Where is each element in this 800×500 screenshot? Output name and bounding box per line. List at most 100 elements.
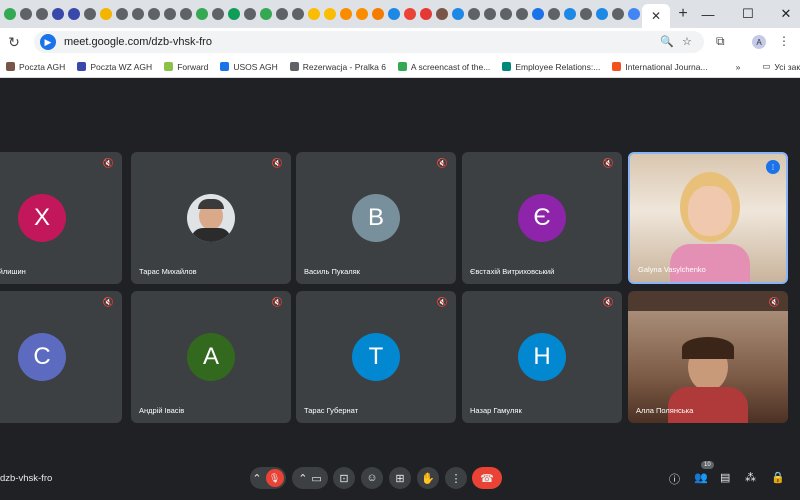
tab-favicon[interactable]: [180, 8, 192, 20]
bookmark-item[interactable]: USOS AGH: [220, 61, 278, 72]
tab-favicon[interactable]: [308, 8, 320, 20]
tab-favicon[interactable]: [4, 8, 16, 20]
participant-name: Алла Полянська: [636, 406, 694, 415]
mic-muted-icon: 🔇: [102, 297, 114, 307]
participant-tile[interactable]: 🔇 Є Євстахій Витриховський: [462, 152, 622, 284]
tab-favicon[interactable]: [516, 8, 528, 20]
tab-favicon[interactable]: [292, 8, 304, 20]
close-icon[interactable]: ✕: [651, 9, 661, 23]
captions-icon: ⊡: [339, 472, 349, 485]
tab-favicon[interactable]: [388, 8, 400, 20]
mic-muted-icon: 🔇: [602, 158, 614, 168]
zoom-icon[interactable]: 🔍: [660, 35, 674, 48]
host-controls-icon[interactable]: 🔒: [771, 471, 785, 484]
tab-favicon[interactable]: [324, 8, 336, 20]
mic-options-button[interactable]: ⌃ 🎙: [250, 467, 286, 489]
tab-favicon[interactable]: [628, 8, 640, 20]
participant-tile[interactable]: 🔇 Н Назар Гамуляк: [462, 291, 622, 423]
reactions-button[interactable]: ☺: [361, 467, 383, 489]
bookmark-star-icon[interactable]: ☆: [682, 35, 692, 48]
tab-favicon[interactable]: [612, 8, 624, 20]
participant-tile[interactable]: 🔇 Т Тарас Губернат: [296, 291, 456, 423]
participant-tile[interactable]: 🔇СЧабан: [0, 291, 122, 423]
all-bookmarks-folder[interactable]: ▭Усі закладки: [762, 61, 800, 72]
tab-favicon[interactable]: [340, 8, 352, 20]
participant-tile[interactable]: 🔇 Хна Михайлишин: [0, 152, 122, 284]
tab-favicon[interactable]: [148, 8, 160, 20]
avatar: А: [187, 333, 235, 381]
bookmarks-bar: Poczta AGH Poczta WZ AGH Forward USOS AGH Re…: [0, 56, 800, 78]
tab-favicon[interactable]: [36, 8, 48, 20]
tab-favicon[interactable]: [420, 8, 432, 20]
participant-tile[interactable]: 🔇 А Андрій Івасів: [131, 291, 291, 423]
tab-favicon[interactable]: [84, 8, 96, 20]
more-options-button[interactable]: ⋮: [445, 467, 467, 489]
bookmark-label: Poczta WZ AGH: [90, 61, 153, 72]
tab-favicon[interactable]: [212, 8, 224, 20]
tab-favicon[interactable]: [244, 8, 256, 20]
tab-favicon[interactable]: [52, 8, 64, 20]
participant-tile[interactable]: 🔇 Алла Полянська: [628, 291, 788, 423]
chevron-up-icon: ⌃: [252, 472, 262, 485]
tab-favicon[interactable]: [500, 8, 512, 20]
tab-favicon[interactable]: [356, 8, 368, 20]
participant-tile[interactable]: 🔇 В Василь Пукаляк: [296, 152, 456, 284]
active-tab[interactable]: ✕: [642, 4, 670, 28]
url-text[interactable]: meet.google.com/dzb-vhsk-fro: [64, 36, 212, 48]
tab-favicon[interactable]: [100, 8, 112, 20]
people-icon[interactable]: 👥: [694, 471, 708, 484]
tab-favicon[interactable]: [196, 8, 208, 20]
tab-favicon[interactable]: [68, 8, 80, 20]
mic-off-icon[interactable]: 🎙: [265, 469, 284, 487]
tab-favicon[interactable]: [260, 8, 272, 20]
close-window-icon[interactable]: ✕: [768, 0, 800, 28]
tab-favicon[interactable]: [276, 8, 288, 20]
extensions-icon[interactable]: ⧉: [716, 34, 725, 49]
bookmark-item[interactable]: International Journa...: [612, 61, 708, 72]
tab-favicon[interactable]: [564, 8, 576, 20]
bookmark-item[interactable]: Employee Relations:...: [502, 62, 600, 72]
minimize-icon[interactable]: —: [690, 0, 726, 28]
tab-favicon[interactable]: [372, 8, 384, 20]
tab-favicon[interactable]: [484, 8, 496, 20]
bookmark-item[interactable]: A screencast of the...: [397, 62, 490, 72]
bookmark-item[interactable]: Poczta AGH: [6, 62, 65, 72]
tab-favicon[interactable]: [228, 8, 240, 20]
leave-call-button[interactable]: ☎: [472, 467, 502, 489]
address-bar[interactable]: ▶ meet.google.com/dzb-vhsk-fro 🔍 ☆: [34, 31, 704, 53]
camera-button[interactable]: ⌃ ▭: [292, 467, 328, 489]
participant-tile[interactable]: ⁞ Galyna Vasylchenko: [628, 152, 788, 284]
maximize-icon[interactable]: ☐: [730, 0, 766, 28]
menu-kebab-icon[interactable]: ⋮: [778, 34, 790, 48]
tab-favicon[interactable]: [596, 8, 608, 20]
tab-favicon[interactable]: [452, 8, 464, 20]
tab-favicon[interactable]: [548, 8, 560, 20]
tab-favicon[interactable]: [20, 8, 32, 20]
present-button[interactable]: ⊞: [389, 467, 411, 489]
participant-tile[interactable]: 🔇 Тарас Михайлов: [131, 152, 291, 284]
tab-favicon[interactable]: [116, 8, 128, 20]
captions-button[interactable]: ⊡: [333, 467, 355, 489]
tab-favicon[interactable]: [580, 8, 592, 20]
avatar-photo: [187, 194, 235, 242]
info-icon[interactable]: ⓘ: [669, 471, 680, 487]
activities-icon[interactable]: ⁂: [745, 471, 756, 484]
bookmark-label: International Journa...: [625, 61, 708, 72]
profile-avatar[interactable]: A: [752, 35, 766, 49]
bookmark-item[interactable]: Rezerwacja - Pralka 6: [289, 62, 386, 72]
bookmark-item[interactable]: Forward: [164, 62, 208, 72]
tab-favicon[interactable]: [164, 8, 176, 20]
tab-favicon[interactable]: [436, 8, 448, 20]
bookmark-item[interactable]: Poczta WZ AGH: [77, 62, 152, 72]
bookmarks-overflow-button[interactable]: »: [736, 62, 741, 72]
tab-favicon[interactable]: [468, 8, 480, 20]
tab-favicon[interactable]: [132, 8, 144, 20]
raise-hand-button[interactable]: ✋: [417, 467, 439, 489]
reload-icon[interactable]: ↻: [0, 34, 28, 51]
avatar: Н: [518, 333, 566, 381]
tab-favicon[interactable]: [532, 8, 544, 20]
bookmark-label: USOS AGH: [233, 61, 278, 72]
chat-icon[interactable]: ▤: [720, 471, 730, 484]
bookmark-favicon-icon: [77, 62, 87, 71]
tab-favicon[interactable]: [404, 8, 416, 20]
